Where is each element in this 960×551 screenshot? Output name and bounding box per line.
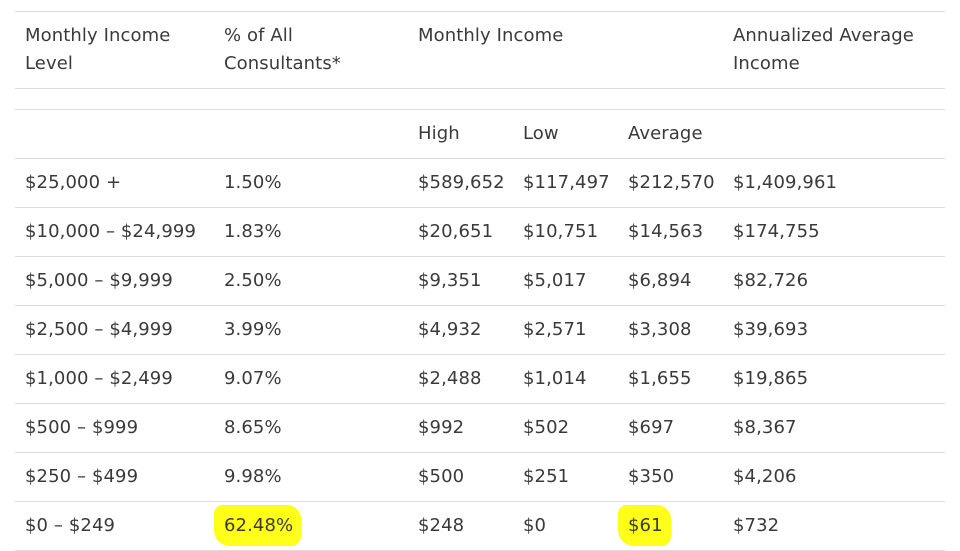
cell-level: $25,000 + [25, 172, 122, 193]
cell-level: $2,500 – $4,999 [25, 319, 173, 340]
cell-high: $992 [418, 417, 465, 438]
cell-high: $589,652 [418, 172, 505, 193]
cell-average: $212,570 [628, 172, 715, 193]
cell-level: $500 – $999 [25, 417, 139, 438]
cell-average: $61 [618, 505, 671, 546]
cell-text: 62.48% [224, 515, 294, 536]
cell-low: $117,497 [523, 172, 610, 193]
cell-text: $61 [628, 515, 663, 536]
header-income-level-line1: Monthly Income [25, 25, 171, 46]
cell-high: $500 [418, 466, 465, 487]
cell-level: $5,000 – $9,999 [25, 270, 173, 291]
cell-low: $502 [523, 417, 570, 438]
cell-high: $2,488 [418, 368, 482, 389]
cell-annual: $174,755 [733, 221, 820, 242]
cell-percent: 8.65% [224, 417, 282, 438]
cell-annual: $19,865 [733, 368, 809, 389]
cell-percent: 1.83% [224, 221, 282, 242]
cell-annual: $82,726 [733, 270, 809, 291]
cell-high: $248 [418, 515, 465, 536]
row-divider [15, 501, 945, 502]
cell-high: $9,351 [418, 270, 482, 291]
cell-level: $10,000 – $24,999 [25, 221, 197, 242]
cell-low: $5,017 [523, 270, 587, 291]
highlighted-value: 62.48% [214, 505, 302, 546]
cell-annual: $732 [733, 515, 780, 536]
cell-average: $6,894 [628, 270, 692, 291]
cell-high: $20,651 [418, 221, 494, 242]
cell-annual: $39,693 [733, 319, 809, 340]
cell-annual: $1,409,961 [733, 172, 838, 193]
subheader-low: Low [523, 123, 559, 144]
row-divider [15, 452, 945, 453]
cell-percent: 1.50% [224, 172, 282, 193]
table-top-rule [15, 11, 945, 12]
row-divider [15, 305, 945, 306]
cell-low: $251 [523, 466, 570, 487]
header-monthly-income: Monthly Income [418, 25, 564, 46]
highlighted-value: $61 [618, 505, 671, 546]
subheader-average: Average [628, 123, 703, 144]
cell-low: $0 [523, 515, 547, 536]
header-percent-line1: % of All [224, 25, 294, 46]
cell-high: $4,932 [418, 319, 482, 340]
cell-average: $1,655 [628, 368, 692, 389]
cell-annual: $8,367 [733, 417, 797, 438]
header-income-level-line2: Level [25, 53, 74, 74]
row-divider [15, 354, 945, 355]
cell-level: $0 – $249 [25, 515, 116, 536]
cell-average: $14,563 [628, 221, 704, 242]
header-income-level: Monthly Income Level [25, 22, 170, 78]
header-percent-line2: Consultants* [224, 53, 341, 74]
cell-percent: 2.50% [224, 270, 282, 291]
cell-average: $350 [628, 466, 675, 487]
cell-percent: 9.98% [224, 466, 282, 487]
header-annualized: Annualized Average Income [733, 22, 914, 78]
cell-level: $250 – $499 [25, 466, 139, 487]
cell-percent: 62.48% [214, 505, 302, 546]
header-percent: % of All Consultants* [224, 22, 341, 78]
cell-annual: $4,206 [733, 466, 797, 487]
cell-level: $1,000 – $2,499 [25, 368, 173, 389]
cell-percent: 9.07% [224, 368, 282, 389]
cell-low: $1,014 [523, 368, 587, 389]
spacer-rule [15, 109, 945, 110]
header-annualized-line1: Annualized Average [733, 25, 914, 46]
cell-low: $10,751 [523, 221, 599, 242]
cell-percent: 3.99% [224, 319, 282, 340]
row-divider [15, 256, 945, 257]
cell-average: $697 [628, 417, 675, 438]
subheader-bottom-rule [15, 158, 945, 159]
cell-average: $3,308 [628, 319, 692, 340]
header-bottom-rule [15, 88, 945, 89]
cell-low: $2,571 [523, 319, 587, 340]
subheader-high: High [418, 123, 460, 144]
header-annualized-line2: Income [733, 53, 800, 74]
row-divider [15, 207, 945, 208]
row-divider [15, 403, 945, 404]
